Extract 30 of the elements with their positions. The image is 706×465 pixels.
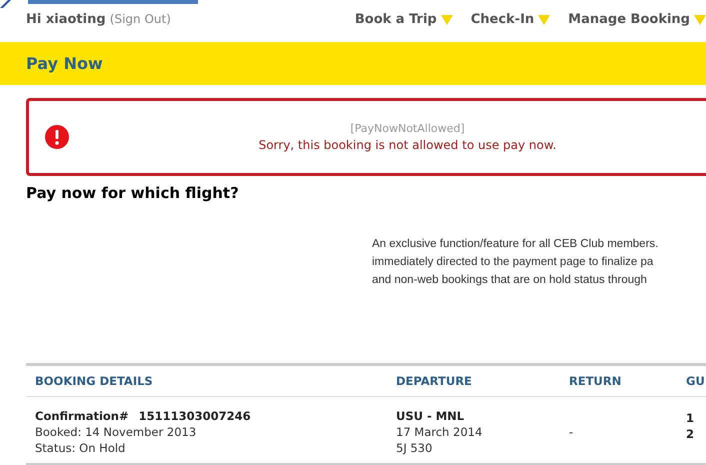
error-message: Sorry, this booking is not allowed to use pay now. [258,138,556,152]
column-header: RETURN [569,374,622,388]
dropdown-triangle-icon [440,14,453,24]
guest-count: 2 [686,427,696,441]
column-header: BOOKING DETAILS [34,374,154,388]
confirmation-label: Confirmation# [35,409,129,423]
nav-link[interactable]: Manage Booking [568,12,690,27]
nav-link[interactable]: Check-In [470,12,534,27]
sign-out-link[interactable]: (Sign Out) [110,12,171,26]
nav-link[interactable]: Book a Trip [354,12,437,27]
route: USU - MNL [396,409,466,423]
dropdown-triangle-icon [694,14,706,24]
page-title: Pay Now [26,54,103,73]
guest-count: 1 [686,411,696,425]
description-line: immediately directed to the payment page to finalize pa [372,255,654,270]
return-value: - [569,425,574,439]
flight-number: 5J 530 [396,441,434,455]
error-code: [PayNowNotAllowed] [350,122,465,135]
dropdown-triangle-icon [538,14,550,24]
column-header: DEPARTURE [396,374,473,388]
departure-date: 17 March 2014 [396,425,484,439]
section-heading: Pay now for which flight? [26,184,240,202]
user-greeting: Hi xiaoting [26,12,106,27]
description-line: and non-web bookings that are on hold status through [372,273,648,288]
column-header: GU [686,374,702,388]
error-icon [45,125,69,149]
confirmation-number: 15111303007246 [138,409,251,423]
booked-date: Booked: 14 November 2013 [35,425,198,439]
description-line: An exclusive function/feature for all CEB Club members. [372,237,660,252]
booking-status: Status: On Hold [35,441,126,455]
